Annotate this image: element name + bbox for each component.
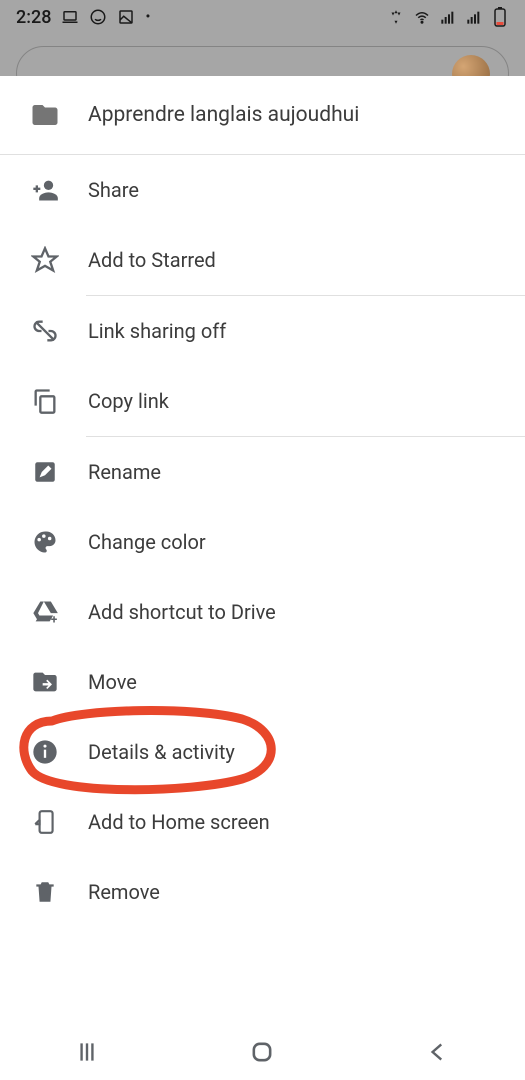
menu-item-change-color[interactable]: Change color — [0, 507, 525, 577]
menu-label: Add to Starred — [88, 248, 216, 272]
menu-label: Details & activity — [88, 740, 235, 764]
menu-label: Add to Home screen — [88, 810, 270, 834]
menu-item-link-sharing[interactable]: Link sharing off — [0, 296, 525, 366]
drive-add-icon: + — [30, 597, 60, 627]
sheet-header: Apprendre langlais aujoudhui — [0, 76, 525, 154]
palette-icon — [30, 527, 60, 557]
menu-label: Add shortcut to Drive — [88, 600, 276, 624]
menu-item-rename[interactable]: Rename — [0, 437, 525, 507]
signal-icon-2 — [465, 8, 483, 26]
context-menu-sheet: Apprendre langlais aujoudhui Share Add t… — [0, 76, 525, 1080]
signal-icon-1 — [439, 8, 457, 26]
system-nav-bar — [0, 1024, 525, 1080]
copy-icon — [30, 386, 60, 416]
menu-item-share[interactable]: Share — [0, 155, 525, 225]
info-icon — [30, 737, 60, 767]
menu-label: Move — [88, 670, 137, 694]
vibrate-icon — [387, 8, 405, 26]
menu-item-move[interactable]: Move — [0, 647, 525, 717]
menu-label: Remove — [88, 880, 160, 904]
battery-low-icon — [491, 8, 509, 26]
menu-item-details[interactable]: Details & activity — [0, 717, 525, 787]
image-icon — [117, 8, 135, 26]
folder-icon — [30, 100, 60, 130]
menu-label: Link sharing off — [88, 319, 226, 343]
status-bar: 2:28 • — [0, 0, 525, 34]
menu-item-copy-link[interactable]: Copy link — [0, 366, 525, 436]
svg-text:+: + — [51, 613, 57, 626]
pencil-icon — [30, 457, 60, 487]
folder-move-icon — [30, 667, 60, 697]
nav-home-button[interactable] — [248, 1038, 276, 1066]
menu-item-add-shortcut[interactable]: + Add shortcut to Drive — [0, 577, 525, 647]
menu-item-remove[interactable]: Remove — [0, 857, 525, 927]
link-off-icon — [30, 316, 60, 346]
wifi-icon — [413, 8, 431, 26]
star-outline-icon — [30, 245, 60, 275]
whatsapp-icon — [89, 8, 107, 26]
nav-recent-button[interactable] — [74, 1039, 100, 1065]
status-time: 2:28 — [16, 7, 51, 28]
add-to-home-icon — [30, 807, 60, 837]
menu-label: Change color — [88, 530, 206, 554]
menu-item-home-screen[interactable]: Add to Home screen — [0, 787, 525, 857]
menu-item-starred[interactable]: Add to Starred — [0, 225, 525, 295]
menu-label: Rename — [88, 460, 161, 484]
more-notifications-dot: • — [145, 9, 150, 25]
trash-icon — [30, 877, 60, 907]
menu-label: Copy link — [88, 389, 169, 413]
menu-label: Share — [88, 178, 139, 202]
folder-title: Apprendre langlais aujoudhui — [88, 103, 359, 127]
person-add-icon — [30, 175, 60, 205]
nav-back-button[interactable] — [425, 1039, 451, 1065]
laptop-icon — [61, 8, 79, 26]
